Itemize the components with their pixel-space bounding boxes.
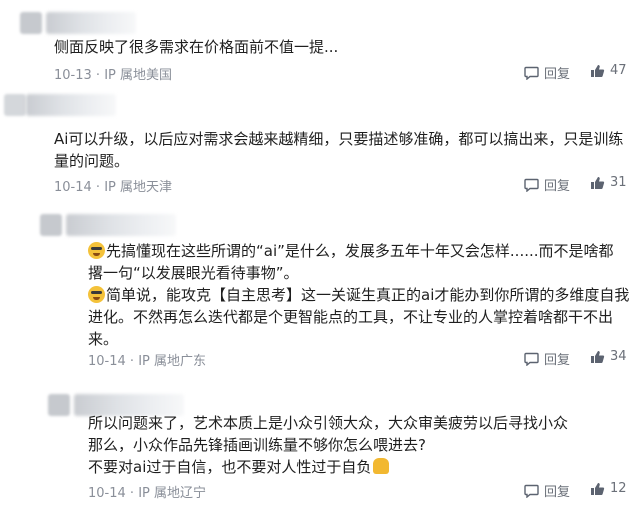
reply-label: 回复 xyxy=(544,67,571,82)
comment-text-line: 进化。不然再怎么迭代都是个更智能点的工具，不让专业的人掌控着啥都干不出 xyxy=(88,308,614,326)
thumbs-up-icon xyxy=(591,176,605,189)
comment-ip: IP 属地美国 xyxy=(104,68,172,83)
comment-text-line: 不要对ai过于自信，也不要对人性过于自负 xyxy=(88,456,390,478)
comment-ip: IP 属地辽宁 xyxy=(138,486,206,501)
reply-button[interactable]: 回复 xyxy=(524,63,570,82)
reply-bubble-icon xyxy=(524,352,539,366)
comment-ip: IP 属地天津 xyxy=(104,180,172,195)
comment-text-line: 撂一句“以发展眼光看待事物”。 xyxy=(88,264,299,282)
like-count: 31 xyxy=(610,175,627,190)
comment-3: 先搞懂现在这些所谓的“ai”是什么，发展多五年十年又会怎样......而不是啥都… xyxy=(0,204,640,384)
reply-bubble-icon xyxy=(524,66,539,80)
comment-text-line: 简单说，能攻克【自主思考】这一关诞生真正的ai才能办到你所谓的多维度自我 xyxy=(88,284,629,306)
like-button[interactable]: 12 xyxy=(590,481,627,496)
comment-1: 侧面反映了很多需求在价格面前不值一提... 10-13 · IP 属地美国 回复… xyxy=(0,0,640,88)
username-blurred[interactable] xyxy=(66,214,176,236)
like-button[interactable]: 31 xyxy=(590,175,627,190)
like-count: 12 xyxy=(610,481,627,496)
avatar[interactable] xyxy=(48,394,70,416)
like-count: 34 xyxy=(610,349,627,364)
comment-meta: 10-14 · IP 属地广东 xyxy=(88,354,206,369)
avatar[interactable] xyxy=(4,94,26,116)
reply-bubble-icon xyxy=(524,178,539,192)
reply-label: 回复 xyxy=(544,485,571,500)
reply-bubble-icon xyxy=(524,484,539,498)
username-blurred[interactable] xyxy=(26,94,116,116)
like-button[interactable]: 47 xyxy=(590,63,627,78)
comment-text-line: Ai可以升级，以后应对需求会越来越精细，只要描述够准确，都可以搞出来，只是训练 xyxy=(54,130,624,148)
comment-text-line: 所以问题来了，艺术本质上是小众引领大众，大众审美疲劳以后寻找小众 xyxy=(88,414,569,432)
thumbs-up-icon xyxy=(591,482,605,495)
reply-label: 回复 xyxy=(544,179,571,194)
comment-date: 10-14 xyxy=(54,180,92,195)
comment-2: Ai可以升级，以后应对需求会越来越精细，只要描述够准确，都可以搞出来，只是训练 … xyxy=(0,88,640,195)
comment-date: 10-14 xyxy=(88,354,126,369)
username-blurred[interactable] xyxy=(46,12,136,34)
reply-button[interactable]: 回复 xyxy=(524,349,570,368)
comment-text-line: 先搞懂现在这些所谓的“ai”是什么，发展多五年十年又会怎样......而不是啥都 xyxy=(88,240,614,262)
reply-label: 回复 xyxy=(544,353,571,368)
comment-text-line: 量的问题。 xyxy=(54,152,130,170)
like-button[interactable]: 34 xyxy=(590,349,627,364)
smile-emoji-icon xyxy=(88,242,105,259)
reply-button[interactable]: 回复 xyxy=(524,481,570,500)
praying-hands-emoji-icon xyxy=(373,458,390,474)
comment-date: 10-14 xyxy=(88,486,126,501)
comment-text-line: 来。 xyxy=(88,330,119,348)
comment-date: 10-13 xyxy=(54,68,92,83)
comment-text-line: 那么，小众作品先锋插画训练量不够你怎么喂进去? xyxy=(88,436,426,454)
thumbs-up-icon xyxy=(591,64,605,77)
like-count: 47 xyxy=(610,63,627,78)
comment-meta: 10-13 · IP 属地美国 xyxy=(54,68,172,83)
comment-ip: IP 属地广东 xyxy=(138,354,206,369)
avatar[interactable] xyxy=(20,12,42,34)
smile-emoji-icon xyxy=(88,286,105,303)
avatar[interactable] xyxy=(40,214,62,236)
comment-meta: 10-14 · IP 属地天津 xyxy=(54,180,172,195)
comment-meta: 10-14 · IP 属地辽宁 xyxy=(88,486,206,501)
comment-text-line: 侧面反映了很多需求在价格面前不值一提... xyxy=(54,38,339,56)
thumbs-up-icon xyxy=(591,350,605,363)
comment-4: 所以问题来了，艺术本质上是小众引领大众，大众审美疲劳以后寻找小众 那么，小众作品… xyxy=(0,384,640,509)
reply-button[interactable]: 回复 xyxy=(524,175,570,194)
